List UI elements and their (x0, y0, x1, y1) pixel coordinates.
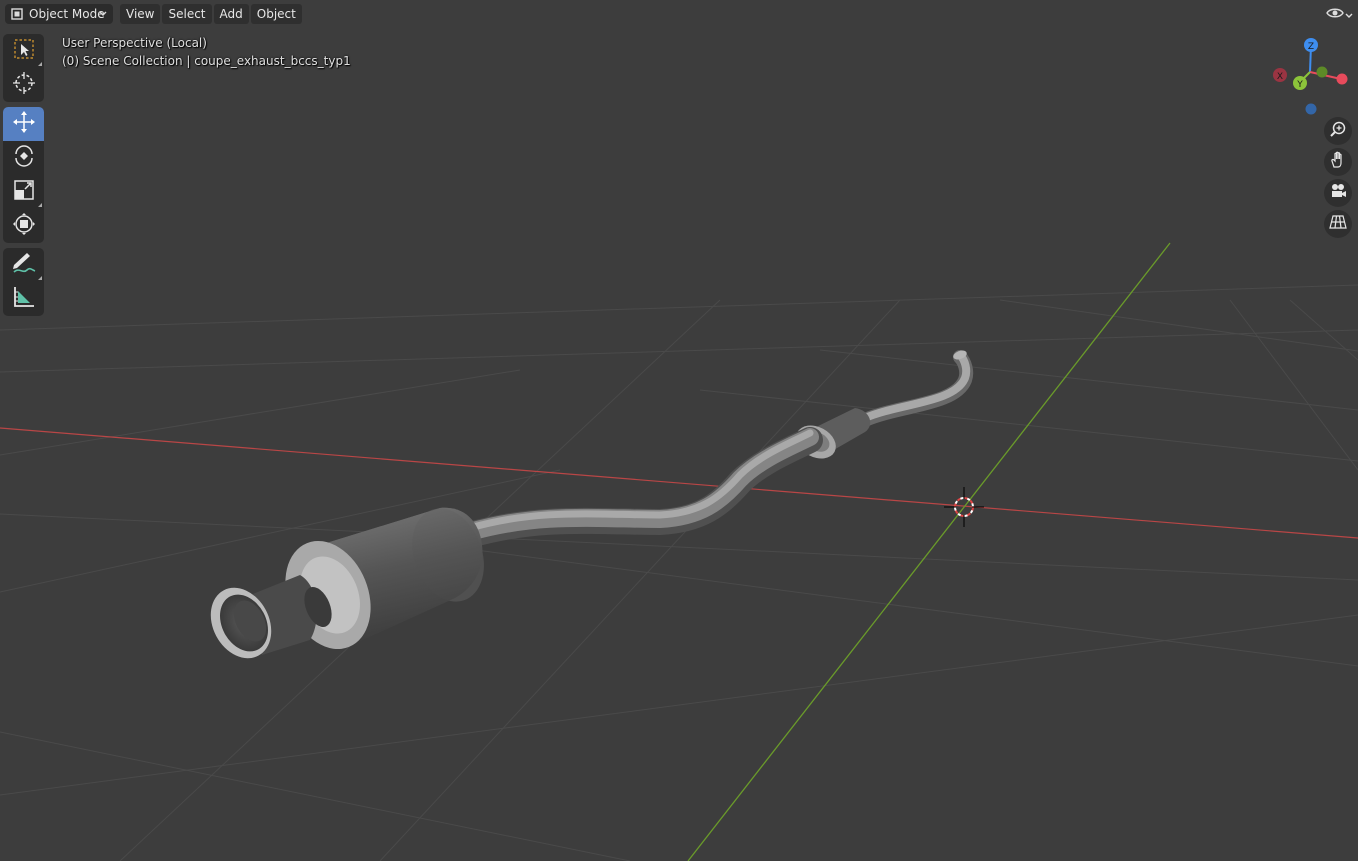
exhaust-mesh[interactable] (199, 349, 974, 669)
tool-annotate[interactable] (3, 248, 44, 282)
tool-transform[interactable] (3, 209, 44, 243)
gizmo-label-y: Y (1296, 80, 1303, 90)
object-mode-icon (11, 8, 23, 20)
3d-viewport[interactable]: Z X Y Object Mode View Select Add Object (0, 0, 1358, 861)
gizmo-label-z: Z (1308, 42, 1314, 52)
menu-select[interactable]: Select (162, 4, 212, 24)
annotate-pencil-icon (11, 251, 37, 279)
gizmo-z-neg (1305, 103, 1317, 115)
tool-move[interactable] (3, 107, 44, 141)
tool-measure[interactable] (3, 282, 44, 316)
y-axis-line (687, 242, 1171, 861)
hand-pan-icon (1329, 151, 1347, 173)
viewport-header: Object Mode View Select Add Object (0, 0, 1358, 28)
mode-dropdown[interactable]: Object Mode (5, 4, 113, 24)
move-icon (12, 110, 36, 138)
chevron-down-icon (98, 7, 108, 21)
tool-scale[interactable] (3, 175, 44, 209)
navigation-gizmo[interactable]: Z X Y (1273, 38, 1348, 115)
header-menu: View Select Add Object (120, 4, 304, 24)
eye-icon (1326, 5, 1344, 24)
chevron-down-icon (1344, 5, 1354, 24)
tool-rotate[interactable] (3, 141, 44, 175)
mode-label: Object Mode (29, 7, 105, 21)
measure-ruler-icon (12, 285, 36, 313)
tool-shelf (3, 34, 44, 316)
tool-select-box[interactable] (3, 34, 44, 68)
camera-view-button[interactable] (1324, 179, 1352, 207)
select-box-icon (13, 38, 35, 64)
collection-label: (0) Scene Collection | coupe_exhaust_bcc… (62, 54, 351, 68)
menu-add[interactable]: Add (213, 4, 249, 24)
scale-icon (13, 179, 35, 205)
menu-object[interactable]: Object (250, 4, 302, 24)
cursor-icon (12, 71, 36, 99)
rotate-icon (12, 144, 36, 172)
gizmo-x-pos (1336, 73, 1348, 85)
grid-ortho-icon (1329, 213, 1347, 235)
visibility-dropdown[interactable] (1326, 4, 1356, 24)
zoom-button[interactable] (1324, 117, 1352, 145)
perspective-label: User Perspective (Local) (62, 36, 207, 50)
viewport-scene[interactable]: Z X Y (0, 0, 1358, 861)
floor-grid (0, 284, 1358, 861)
tool-cursor[interactable] (3, 68, 44, 102)
gizmo-y-neg (1316, 66, 1328, 78)
ortho-toggle-button[interactable] (1324, 210, 1352, 238)
gizmo-label-x: X (1277, 72, 1283, 82)
zoom-icon (1329, 120, 1347, 142)
menu-view[interactable]: View (120, 4, 161, 24)
camera-icon (1329, 182, 1347, 204)
transform-icon (12, 212, 36, 240)
pan-button[interactable] (1324, 148, 1352, 176)
